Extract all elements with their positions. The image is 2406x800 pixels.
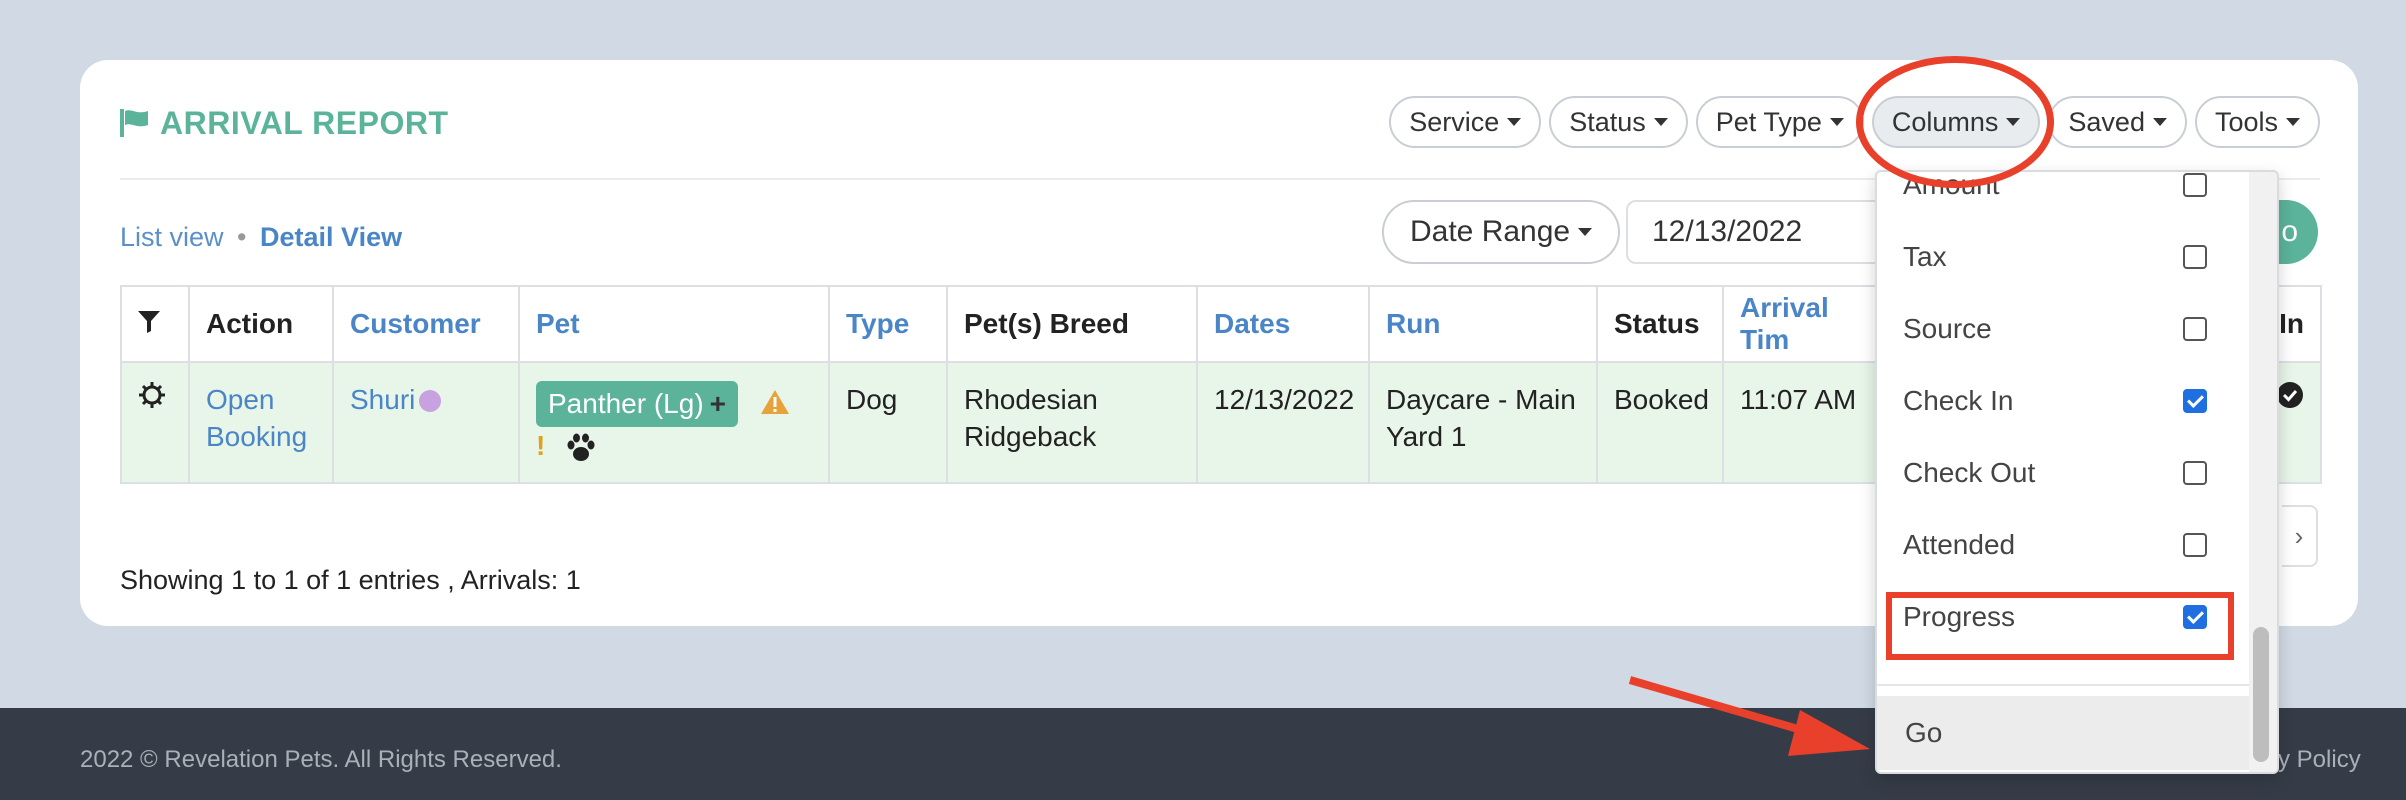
header-arrival-time[interactable]: Arrival Tim: [1722, 285, 1882, 363]
header-breed: Pet(s) Breed: [946, 285, 1198, 363]
privacy-policy-link[interactable]: cy Policy: [2266, 746, 2361, 774]
type-cell: Dog: [828, 361, 948, 484]
customer-status-dot: [419, 390, 442, 412]
paw-icon[interactable]: [565, 433, 597, 463]
column-checkbox-check-out[interactable]: [2183, 461, 2207, 485]
column-checkbox-source[interactable]: [2183, 317, 2207, 341]
status-filter-button[interactable]: Status: [1549, 96, 1688, 148]
header-run[interactable]: Run: [1368, 285, 1598, 363]
saved-button[interactable]: Saved: [2048, 96, 2187, 148]
columns-go-button[interactable]: Go: [1877, 696, 2249, 770]
status-cell: Booked: [1596, 361, 1724, 484]
column-checkbox-attended[interactable]: [2183, 533, 2207, 557]
arrow-annotation: [1628, 676, 1870, 756]
header-customer[interactable]: Customer: [332, 285, 520, 363]
column-checkbox-amount[interactable]: [2183, 173, 2207, 197]
filter-icon: [138, 311, 160, 333]
pager-next-button[interactable]: ›: [2282, 505, 2318, 567]
caret-down-icon: [2286, 118, 2300, 126]
caret-down-icon: [2152, 118, 2167, 126]
flag-icon: [120, 109, 148, 137]
column-option-attended[interactable]: Attended: [1903, 525, 2213, 565]
date-input[interactable]: 12/13/2022: [1626, 200, 1906, 264]
caret-down-icon: [1653, 118, 1668, 126]
pet-cell: Panther (Lg) + !: [518, 361, 830, 484]
columns-dropdown: Amount Tax Source Check In Check Out Att…: [1875, 170, 2279, 774]
dropdown-divider: [1877, 684, 2249, 686]
breed-cell: Rhodesian Ridgeback: [946, 361, 1198, 484]
caret-down-icon: [1507, 118, 1522, 126]
pet-alerts: !: [536, 427, 812, 464]
plus-icon: +: [709, 388, 726, 419]
check-circle-icon: [2277, 382, 2303, 408]
column-checkbox-tax[interactable]: [2183, 245, 2207, 269]
caret-down-icon: [1829, 118, 1844, 126]
view-separator: •: [237, 222, 247, 252]
chevron-right-icon: ›: [2294, 520, 2304, 551]
caret-down-icon: [1578, 228, 1593, 236]
column-option-tax[interactable]: Tax: [1903, 237, 2213, 277]
customer-link[interactable]: Shuri: [350, 384, 415, 415]
date-range-button[interactable]: Date Range: [1382, 200, 1621, 264]
dates-cell: 12/13/2022: [1196, 361, 1370, 484]
progress-highlight-annotation: [1886, 592, 2234, 660]
dropdown-scrollbar-thumb[interactable]: [2253, 627, 2269, 762]
arrival-time-cell: 11:07 AM: [1722, 361, 1882, 484]
filter-button-row: Service Status Pet Type Columns Saved To…: [1389, 96, 2320, 148]
column-checkbox-check-in[interactable]: [2183, 389, 2207, 413]
header-dates[interactable]: Dates: [1196, 285, 1370, 363]
column-option-check-out[interactable]: Check Out: [1903, 453, 2213, 493]
pet-badge[interactable]: Panther (Lg) +: [536, 381, 738, 427]
tools-button[interactable]: Tools: [2194, 96, 2320, 148]
service-filter-button[interactable]: Service: [1389, 96, 1542, 148]
run-cell: Daycare - Main Yard 1: [1368, 361, 1598, 484]
detail-view-link[interactable]: Detail View: [260, 222, 402, 252]
exclamation-icon[interactable]: !: [536, 430, 545, 461]
column-option-check-in[interactable]: Check In: [1903, 381, 2213, 421]
pet-type-filter-button[interactable]: Pet Type: [1695, 96, 1864, 148]
header-type[interactable]: Type: [828, 285, 948, 363]
warning-icon[interactable]: [760, 387, 790, 424]
open-booking-link[interactable]: Open Booking: [206, 384, 307, 452]
column-option-source[interactable]: Source: [1903, 309, 2213, 349]
header-status: Status: [1596, 285, 1724, 363]
columns-highlight-annotation: [1856, 56, 2054, 188]
header-pet[interactable]: Pet: [518, 285, 830, 363]
filter-column-header[interactable]: [120, 285, 190, 363]
report-title-text: ARRIVAL REPORT: [160, 104, 449, 141]
view-toggle: List view • Detail View: [120, 222, 402, 253]
list-view-link[interactable]: List view: [120, 222, 224, 252]
gear-icon: [139, 382, 165, 408]
copyright-text: 2022 © Revelation Pets. All Rights Reser…: [80, 746, 562, 773]
entries-summary: Showing 1 to 1 of 1 entries , Arrivals: …: [120, 565, 581, 595]
header-action: Action: [188, 285, 334, 363]
row-gear-cell[interactable]: [120, 361, 190, 484]
report-title: ARRIVAL REPORT: [120, 100, 449, 146]
